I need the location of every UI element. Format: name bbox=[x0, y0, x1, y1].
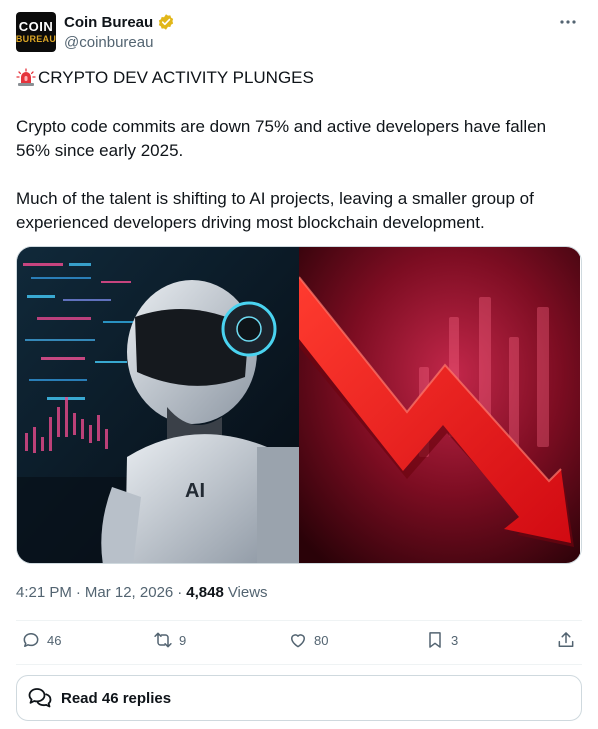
display-name[interactable]: Coin Bureau bbox=[64, 14, 153, 31]
action-bar: 46 9 80 3 bbox=[16, 630, 582, 660]
tweet-time[interactable]: 4:21 PM bbox=[16, 584, 72, 601]
author-handle[interactable]: @coinbureau bbox=[64, 34, 153, 51]
views-label: Views bbox=[227, 584, 268, 601]
tweet-date[interactable]: Mar 12, 2026 bbox=[85, 584, 173, 601]
views-count: 4,848 bbox=[186, 584, 224, 601]
repost-icon bbox=[154, 632, 172, 648]
tweet-paragraph-2: Much of the talent is shifting to AI pro… bbox=[16, 189, 534, 232]
read-replies-button[interactable]: Read 46 replies bbox=[16, 675, 582, 721]
repost-button[interactable]: 9 bbox=[153, 630, 186, 650]
chat-bubbles-icon bbox=[28, 688, 52, 708]
tweet-paragraph-1: Crypto code commits are down 75% and act… bbox=[16, 117, 547, 160]
reply-count: 46 bbox=[47, 632, 62, 648]
share-icon bbox=[558, 632, 574, 647]
media-grid: AI bbox=[16, 246, 582, 564]
meta-separator: · bbox=[75, 584, 81, 601]
heart-icon bbox=[291, 634, 305, 648]
verified-badge-icon bbox=[157, 13, 175, 31]
like-count: 80 bbox=[314, 632, 329, 648]
avatar[interactable]: COIN BUREAU bbox=[16, 12, 56, 52]
tweet: COIN BUREAU Coin Bureau @coinbureau CRYP… bbox=[0, 0, 598, 729]
more-options-icon[interactable] bbox=[556, 12, 580, 32]
reply-button[interactable]: 46 bbox=[21, 630, 61, 650]
robot-image[interactable]: AI bbox=[17, 247, 299, 563]
tweet-headline: CRYPTO DEV ACTIVITY PLUNGES bbox=[38, 68, 314, 87]
tweet-meta: 4:21 PM · Mar 12, 2026 · 4,848 Views bbox=[16, 584, 268, 601]
bookmark-icon bbox=[429, 632, 441, 648]
like-button[interactable]: 80 bbox=[288, 630, 328, 650]
police-light-icon bbox=[16, 68, 36, 88]
down-arrow-image[interactable] bbox=[299, 247, 581, 563]
tweet-headline-line: CRYPTO DEV ACTIVITY PLUNGES bbox=[16, 66, 582, 90]
reply-icon bbox=[23, 633, 39, 647]
bookmark-count: 3 bbox=[451, 632, 459, 648]
meta-separator: · bbox=[177, 584, 183, 601]
robot-chest-text: AI bbox=[185, 480, 205, 502]
read-replies-label: Read 46 replies bbox=[61, 689, 172, 707]
author-name-row[interactable]: Coin Bureau bbox=[64, 13, 175, 31]
bookmark-button[interactable]: 3 bbox=[425, 630, 458, 650]
share-button[interactable] bbox=[556, 630, 576, 650]
avatar-logo-line2: BUREAU bbox=[16, 34, 56, 44]
avatar-logo-line1: COIN bbox=[18, 19, 54, 34]
divider bbox=[16, 664, 582, 665]
divider bbox=[16, 620, 582, 621]
repost-count: 9 bbox=[179, 632, 187, 648]
